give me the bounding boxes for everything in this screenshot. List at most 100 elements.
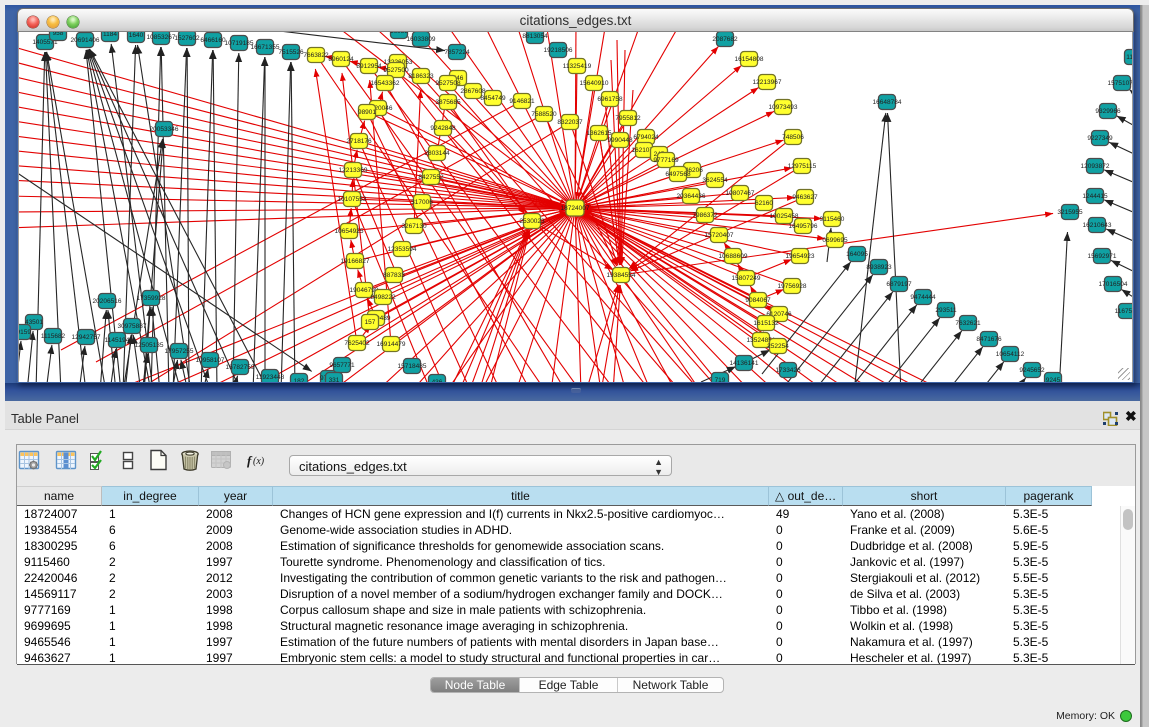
svg-text:20691406: 20691406 xyxy=(71,37,100,44)
svg-text:1244415: 1244415 xyxy=(1082,193,1108,200)
svg-text:1640: 1640 xyxy=(129,32,144,39)
svg-text:7588520: 7588520 xyxy=(531,111,557,118)
svg-text:12353594: 12353594 xyxy=(388,246,417,253)
svg-text:8454749: 8454749 xyxy=(480,95,506,102)
svg-text:1615132: 1615132 xyxy=(753,320,779,327)
svg-text:9474444: 9474444 xyxy=(910,294,936,301)
svg-text:9657771: 9657771 xyxy=(329,362,355,369)
svg-text:7986372: 7986372 xyxy=(692,212,718,219)
svg-text:9115460: 9115460 xyxy=(820,216,845,223)
svg-text:16933: 16933 xyxy=(390,32,408,35)
svg-text:16210643: 16210643 xyxy=(1083,222,1112,229)
svg-text:7625402: 7625402 xyxy=(344,340,370,347)
svg-text:(x): (x) xyxy=(253,456,265,467)
svg-text:10654925: 10654925 xyxy=(335,228,364,235)
svg-text:12213967: 12213967 xyxy=(753,79,782,86)
svg-text:10107553: 10107553 xyxy=(338,196,367,203)
svg-text:9245652: 9245652 xyxy=(1019,367,1045,374)
svg-text:8427552: 8427552 xyxy=(418,174,444,181)
svg-text:6466160: 6466160 xyxy=(200,37,226,44)
svg-text:15751074: 15751074 xyxy=(1108,80,1133,87)
svg-text:1145194: 1145194 xyxy=(105,337,130,344)
svg-text:10807467: 10807467 xyxy=(726,190,755,197)
svg-text:10719185: 10719185 xyxy=(225,40,254,47)
svg-text:9084067: 9084067 xyxy=(745,297,771,304)
svg-text:1115682: 1115682 xyxy=(41,333,66,340)
svg-text:10958107: 10958107 xyxy=(196,357,225,364)
svg-text:15807249: 15807249 xyxy=(732,275,761,282)
svg-text:10654112: 10654112 xyxy=(996,351,1025,358)
svg-text:9990448: 9990448 xyxy=(607,137,633,144)
svg-text:1167533: 1167533 xyxy=(1115,308,1133,315)
svg-text:9527508: 9527508 xyxy=(435,80,461,87)
svg-text:12505135: 12505135 xyxy=(135,342,164,349)
svg-text:10688609: 10688609 xyxy=(719,253,748,260)
svg-text:16154808: 16154808 xyxy=(735,56,764,63)
svg-text:182: 182 xyxy=(294,378,305,382)
svg-text:3624554: 3624554 xyxy=(702,177,728,184)
svg-text:98901: 98901 xyxy=(358,109,376,116)
svg-text:62160: 62160 xyxy=(755,200,773,207)
svg-text:20364436: 20364436 xyxy=(677,193,706,200)
svg-text:8186323: 8186323 xyxy=(408,73,434,80)
svg-text:17957255: 17957255 xyxy=(165,348,194,355)
svg-text:1527602: 1527602 xyxy=(174,35,200,42)
svg-text:331: 331 xyxy=(329,377,340,382)
svg-text:9777169: 9777169 xyxy=(653,157,679,164)
svg-text:7955812: 7955812 xyxy=(615,115,641,122)
svg-text:9329966: 9329966 xyxy=(1095,108,1121,115)
svg-text:17016504: 17016504 xyxy=(1099,281,1128,288)
svg-text:9527500: 9527500 xyxy=(383,67,409,74)
svg-text:15692971: 15692971 xyxy=(1088,253,1117,260)
svg-text:958: 958 xyxy=(53,32,64,37)
svg-text:3267130: 3267130 xyxy=(401,223,427,230)
svg-text:6794024: 6794024 xyxy=(633,134,659,141)
svg-text:6497568: 6497568 xyxy=(665,171,691,178)
svg-text:19384554: 19384554 xyxy=(607,272,636,279)
svg-text:20206516: 20206516 xyxy=(93,298,122,305)
svg-text:293511: 293511 xyxy=(935,307,957,314)
svg-text:18724007: 18724007 xyxy=(561,205,590,212)
svg-text:12942757: 12942757 xyxy=(72,334,101,341)
svg-text:719: 719 xyxy=(715,377,726,382)
svg-text:19756928: 19756928 xyxy=(778,283,807,290)
svg-text:7663822: 7663822 xyxy=(303,52,329,59)
svg-text:11325419: 11325419 xyxy=(563,63,592,70)
svg-text:8912954: 8912954 xyxy=(356,63,382,70)
svg-text:16543362: 16543362 xyxy=(371,80,400,87)
svg-text:11923448: 11923448 xyxy=(256,374,285,381)
svg-text:7515526: 7515526 xyxy=(278,49,304,56)
svg-text:16914479: 16914479 xyxy=(377,341,406,348)
svg-text:9463627: 9463627 xyxy=(792,194,818,201)
svg-text:15640910: 15640910 xyxy=(580,80,609,87)
svg-text:2530023: 2530023 xyxy=(519,218,545,225)
svg-text:157: 157 xyxy=(365,319,376,326)
svg-text:15718485: 15718485 xyxy=(398,363,427,370)
svg-text:748506: 748506 xyxy=(782,134,804,141)
svg-text:3875685: 3875685 xyxy=(435,99,461,106)
svg-text:2867608: 2867608 xyxy=(460,88,486,95)
svg-text:9242848: 9242848 xyxy=(430,125,456,132)
svg-text:10853267: 10853267 xyxy=(147,34,176,41)
svg-text:16782759: 16782759 xyxy=(226,364,255,371)
svg-text:16648784: 16648784 xyxy=(873,99,902,106)
svg-text:8498222: 8498222 xyxy=(370,294,396,301)
svg-text:8322037: 8322037 xyxy=(557,119,583,126)
svg-text:16033809: 16033809 xyxy=(407,36,436,43)
svg-text:14136141: 14136141 xyxy=(730,360,759,367)
svg-text:7632621: 7632621 xyxy=(955,320,981,327)
svg-text:6879197: 6879197 xyxy=(886,281,912,288)
svg-text:6961758: 6961758 xyxy=(597,96,623,103)
svg-text:20053346: 20053346 xyxy=(150,126,179,133)
svg-text:9245: 9245 xyxy=(1046,377,1061,382)
svg-text:8471676: 8471676 xyxy=(976,336,1002,343)
svg-text:2803144: 2803144 xyxy=(424,150,450,157)
svg-text:1362615: 1362615 xyxy=(586,130,612,137)
svg-text:8938923: 8938923 xyxy=(866,264,892,271)
svg-text:1112: 1112 xyxy=(1126,54,1133,61)
svg-text:9146821: 9146821 xyxy=(509,98,535,105)
svg-text:19166827: 19166827 xyxy=(341,258,370,265)
svg-text:15720407: 15720407 xyxy=(705,232,734,239)
svg-text:12093872: 12093872 xyxy=(1081,163,1110,170)
svg-text:30975887: 30975887 xyxy=(118,323,147,330)
